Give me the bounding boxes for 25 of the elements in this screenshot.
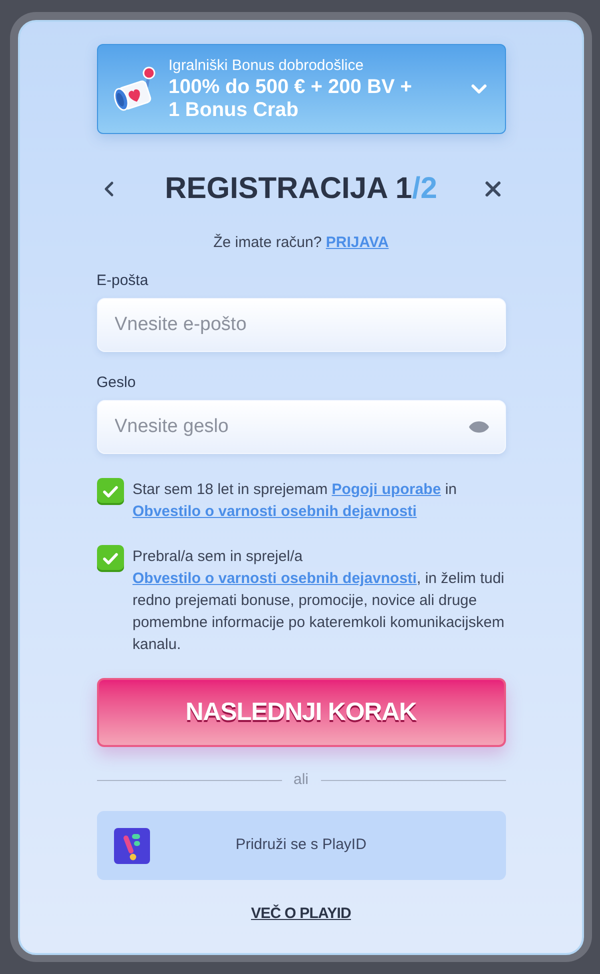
exclamation-app-icon [114, 828, 150, 864]
divider-label: ali [294, 770, 309, 790]
login-prompt: Že imate račun? PRIJAVA [212, 233, 390, 253]
field-label: E-pošta [96, 271, 150, 291]
password-field[interactable]: Vnesite geslo [96, 400, 506, 454]
consent-link[interactable]: Obvestilo o varnosti osebnih dejavnosti [132, 503, 417, 520]
consent-text: Prebral/a sem in sprejel/a Obvestilo o varnosti osebnih dejavnosti, in želim tudi redno prejemati bonuse, promocije, novice ali druge pomembne informacije po kateremkoli komunikacijskem kanalu. [132, 547, 506, 655]
bonus-banner[interactable]: Igralniški Bonus dobrodošlice 100% do 500 € + 200 BV + 1 Bonus Crab [96, 44, 506, 134]
eye-icon[interactable] [468, 419, 490, 435]
checkbox[interactable] [96, 545, 124, 572]
login-link[interactable]: PRIJAVA [326, 234, 389, 251]
checkmark-icon [102, 552, 118, 564]
checkbox[interactable] [96, 478, 124, 505]
consent-text: Star sem 18 let in sprejemam Pogoji uporabe in Obvestilo o varnosti osebnih dejavnosti [132, 480, 458, 522]
bonus-offer: 100% do 500 € + 200 BV + 1 Bonus Crab [168, 76, 413, 122]
bonus-title: Igralniški Bonus dobrodošlice [168, 56, 365, 76]
field-label: Geslo [96, 373, 137, 393]
registration-title: REGISTRACIJA 1/2 [164, 171, 438, 207]
consent-link[interactable]: Obvestilo o varnosti osebnih dejavnosti [132, 570, 417, 587]
more-info-link[interactable]: VEČ O PLAYID [251, 904, 351, 924]
playid-button[interactable]: Pridruži se s PlayID [96, 811, 506, 880]
next-step-button[interactable]: NASLEDNJI KORAK [96, 678, 506, 747]
checkmark-icon [102, 486, 118, 498]
email-field[interactable]: Vnesite e-pošto [96, 298, 506, 352]
consent-link[interactable]: Pogoji uporabe [332, 481, 441, 498]
